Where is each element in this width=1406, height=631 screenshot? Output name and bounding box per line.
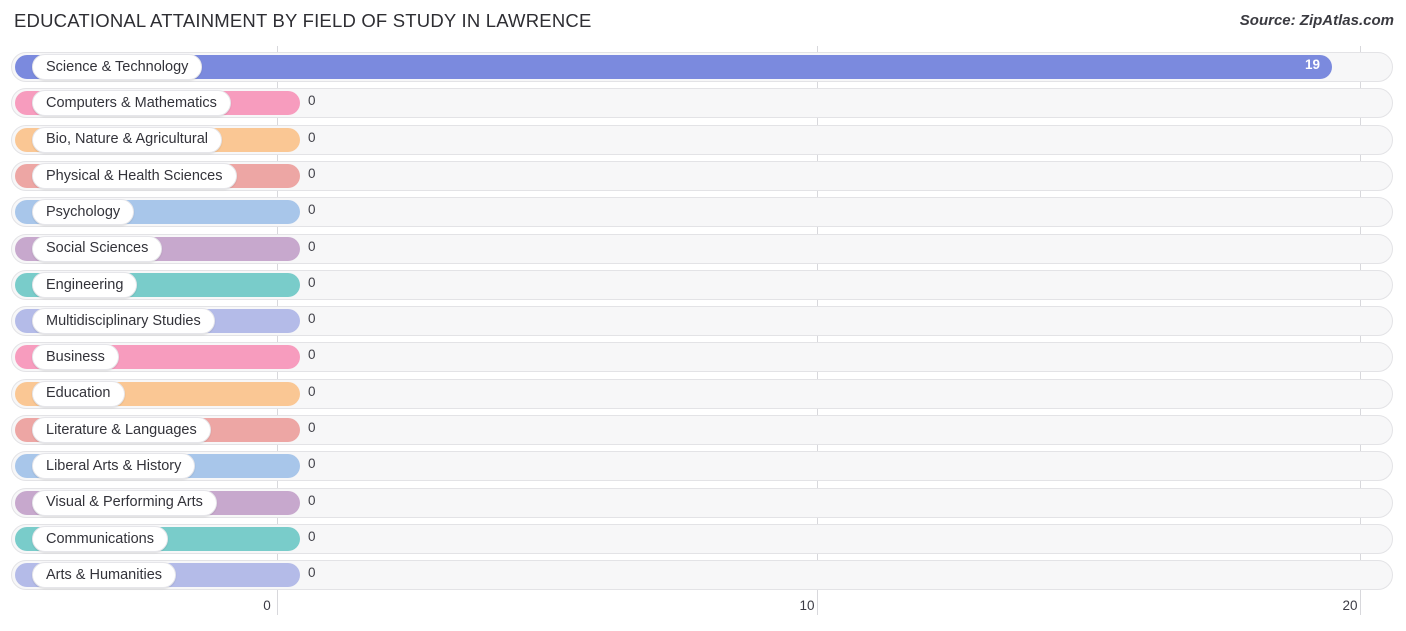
category-label-pill: Education <box>32 380 125 407</box>
bar-row: Engineering 0 <box>0 267 1406 303</box>
x-tick-label: 10 <box>799 598 815 613</box>
category-label-pill: Physical & Health Sciences <box>32 162 237 189</box>
category-label-pill: Social Sciences <box>32 235 163 262</box>
category-label-pill: Psychology <box>32 199 135 226</box>
category-label-pill: Science & Technology <box>32 54 203 80</box>
value-label: 0 <box>308 129 316 145</box>
bar-row: Literature & Languages 0 <box>0 412 1406 448</box>
category-label-pill: Multidisciplinary Studies <box>32 308 215 335</box>
category-label: Bio, Nature & Agricultural <box>46 131 208 148</box>
value-label: 0 <box>308 311 316 327</box>
value-label: 0 <box>308 165 316 181</box>
category-label: Physical & Health Sciences <box>46 167 223 184</box>
category-label-pill: Communications <box>32 525 168 552</box>
category-label: Psychology <box>46 203 121 220</box>
category-label-pill: Visual & Performing Arts <box>32 489 217 516</box>
tick-mark-20 <box>1360 595 1361 615</box>
bar-row: Liberal Arts & History 0 <box>0 448 1406 484</box>
page-title: EDUCATIONAL ATTAINMENT BY FIELD OF STUDY… <box>14 10 592 31</box>
value-label: 0 <box>308 93 316 109</box>
category-label: Multidisciplinary Studies <box>46 312 201 329</box>
bar-row: Visual & Performing Arts 0 <box>0 485 1406 521</box>
category-label-pill: Computers & Mathematics <box>32 90 231 117</box>
category-label: Communications <box>46 530 154 547</box>
chart-header: EDUCATIONAL ATTAINMENT BY FIELD OF STUDY… <box>0 0 1406 44</box>
category-label: Science & Technology <box>46 58 189 75</box>
source-attribution: Source: ZipAtlas.com <box>1239 12 1394 29</box>
x-axis: 0 10 20 <box>0 595 1406 631</box>
category-label-pill: Liberal Arts & History <box>32 453 196 480</box>
x-tick-label: 20 <box>1342 598 1358 613</box>
category-label: Education <box>46 385 111 402</box>
category-label-pill: Arts & Humanities <box>32 562 177 589</box>
value-label: 0 <box>308 347 316 363</box>
value-label: 0 <box>308 420 316 435</box>
value-label: 0 <box>308 202 316 218</box>
category-label-pill: Engineering <box>32 271 138 298</box>
tick-mark-10 <box>817 595 818 615</box>
chart-plot-area: Science & Technology 19 Computers & Mathem… <box>0 46 1406 595</box>
bar-row: Psychology 0 <box>0 194 1406 230</box>
value-label: 0 <box>308 238 316 254</box>
category-label: Literature & Languages <box>46 421 197 438</box>
category-label: Business <box>46 349 105 366</box>
bar-row: Computers & Mathematics 0 <box>0 85 1406 121</box>
bar-row: Business 0 <box>0 339 1406 375</box>
value-label: 19 <box>1304 57 1320 72</box>
value-label: 0 <box>308 383 316 399</box>
tick-mark-0 <box>277 595 278 615</box>
category-label: Arts & Humanities <box>46 566 163 583</box>
category-label: Visual & Performing Arts <box>46 494 203 511</box>
value-label: 0 <box>308 274 316 290</box>
category-label: Social Sciences <box>46 240 149 257</box>
bar-row: Multidisciplinary Studies 0 <box>0 303 1406 339</box>
bar-row: Social Sciences 0 <box>0 231 1406 267</box>
bar-row: Physical & Health Sciences 0 <box>0 158 1406 194</box>
value-label: 0 <box>308 565 316 581</box>
category-label: Engineering <box>46 276 124 293</box>
bar-row: Bio, Nature & Agricultural 0 <box>0 122 1406 158</box>
bar-row: Communications 0 <box>0 521 1406 557</box>
category-label: Computers & Mathematics <box>46 95 217 112</box>
bar-row: Arts & Humanities 0 <box>0 557 1406 593</box>
value-label: 0 <box>308 528 316 544</box>
value-bar[interactable] <box>15 55 1332 79</box>
value-label: 0 <box>308 492 316 508</box>
value-label: 0 <box>308 456 316 472</box>
category-label: Liberal Arts & History <box>46 458 182 475</box>
category-label-pill: Bio, Nature & Agricultural <box>32 126 222 153</box>
bar-row: Science & Technology 19 <box>0 49 1406 85</box>
category-label-pill: Business <box>32 344 119 371</box>
x-tick-label: 0 <box>263 598 271 613</box>
category-label-pill: Literature & Languages <box>32 417 211 443</box>
bar-row: Education 0 <box>0 376 1406 412</box>
